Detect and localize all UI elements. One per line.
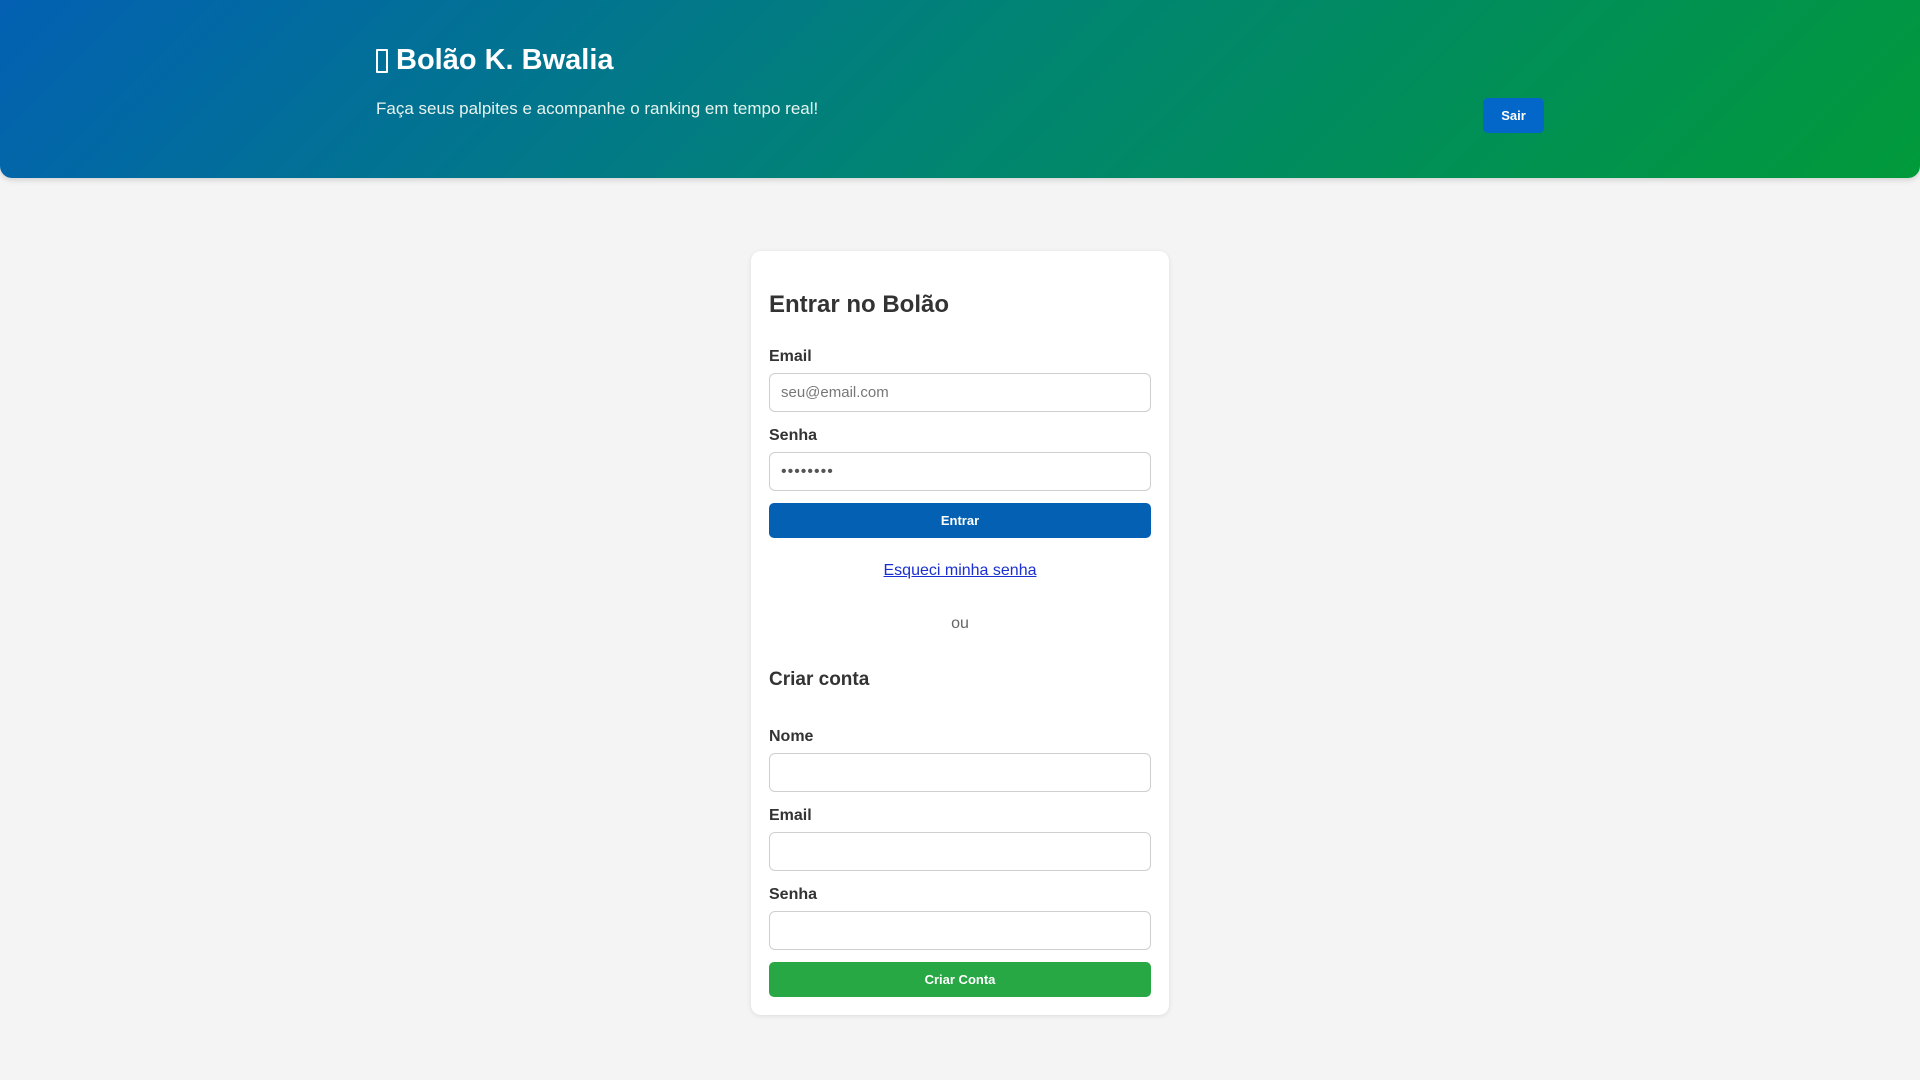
login-submit-button[interactable]: Entrar xyxy=(769,503,1151,538)
auth-card: Entrar no Bolão Email Senha •••••••• Ent… xyxy=(751,251,1169,1015)
brand: Bolão K. Bwalia xyxy=(376,44,614,77)
register-password-input[interactable] xyxy=(769,911,1151,950)
register-title: Criar conta xyxy=(769,669,870,690)
auth-card-content: Entrar no Bolão Email Senha •••••••• Ent… xyxy=(769,251,1151,1015)
divider-text: ou xyxy=(951,615,969,632)
forgot-password-link[interactable]: Esqueci minha senha xyxy=(769,562,1151,580)
logout-button[interactable]: Sair xyxy=(1483,98,1544,133)
register-password-label: Senha xyxy=(769,886,818,903)
register-name-input[interactable] xyxy=(769,753,1151,792)
login-password-value: •••••••• xyxy=(781,462,834,480)
trophy-icon xyxy=(376,48,388,73)
login-title: Entrar no Bolão xyxy=(769,291,950,318)
register-submit-button[interactable]: Criar Conta xyxy=(769,962,1151,997)
app-title: Bolão K. Bwalia xyxy=(396,44,614,76)
register-name-label: Nome xyxy=(769,728,814,745)
login-password-label: Senha xyxy=(769,427,818,444)
register-email-input[interactable] xyxy=(769,832,1151,871)
register-email-label: Email xyxy=(769,807,812,824)
login-email-input[interactable] xyxy=(769,373,1151,412)
login-password-input[interactable]: •••••••• xyxy=(769,452,1151,491)
app-header: Bolão K. Bwalia Faça seus palpites e aco… xyxy=(0,0,1920,178)
login-email-label: Email xyxy=(769,348,812,365)
app-subtitle: Faça seus palpites e acompanhe o ranking… xyxy=(376,99,819,118)
